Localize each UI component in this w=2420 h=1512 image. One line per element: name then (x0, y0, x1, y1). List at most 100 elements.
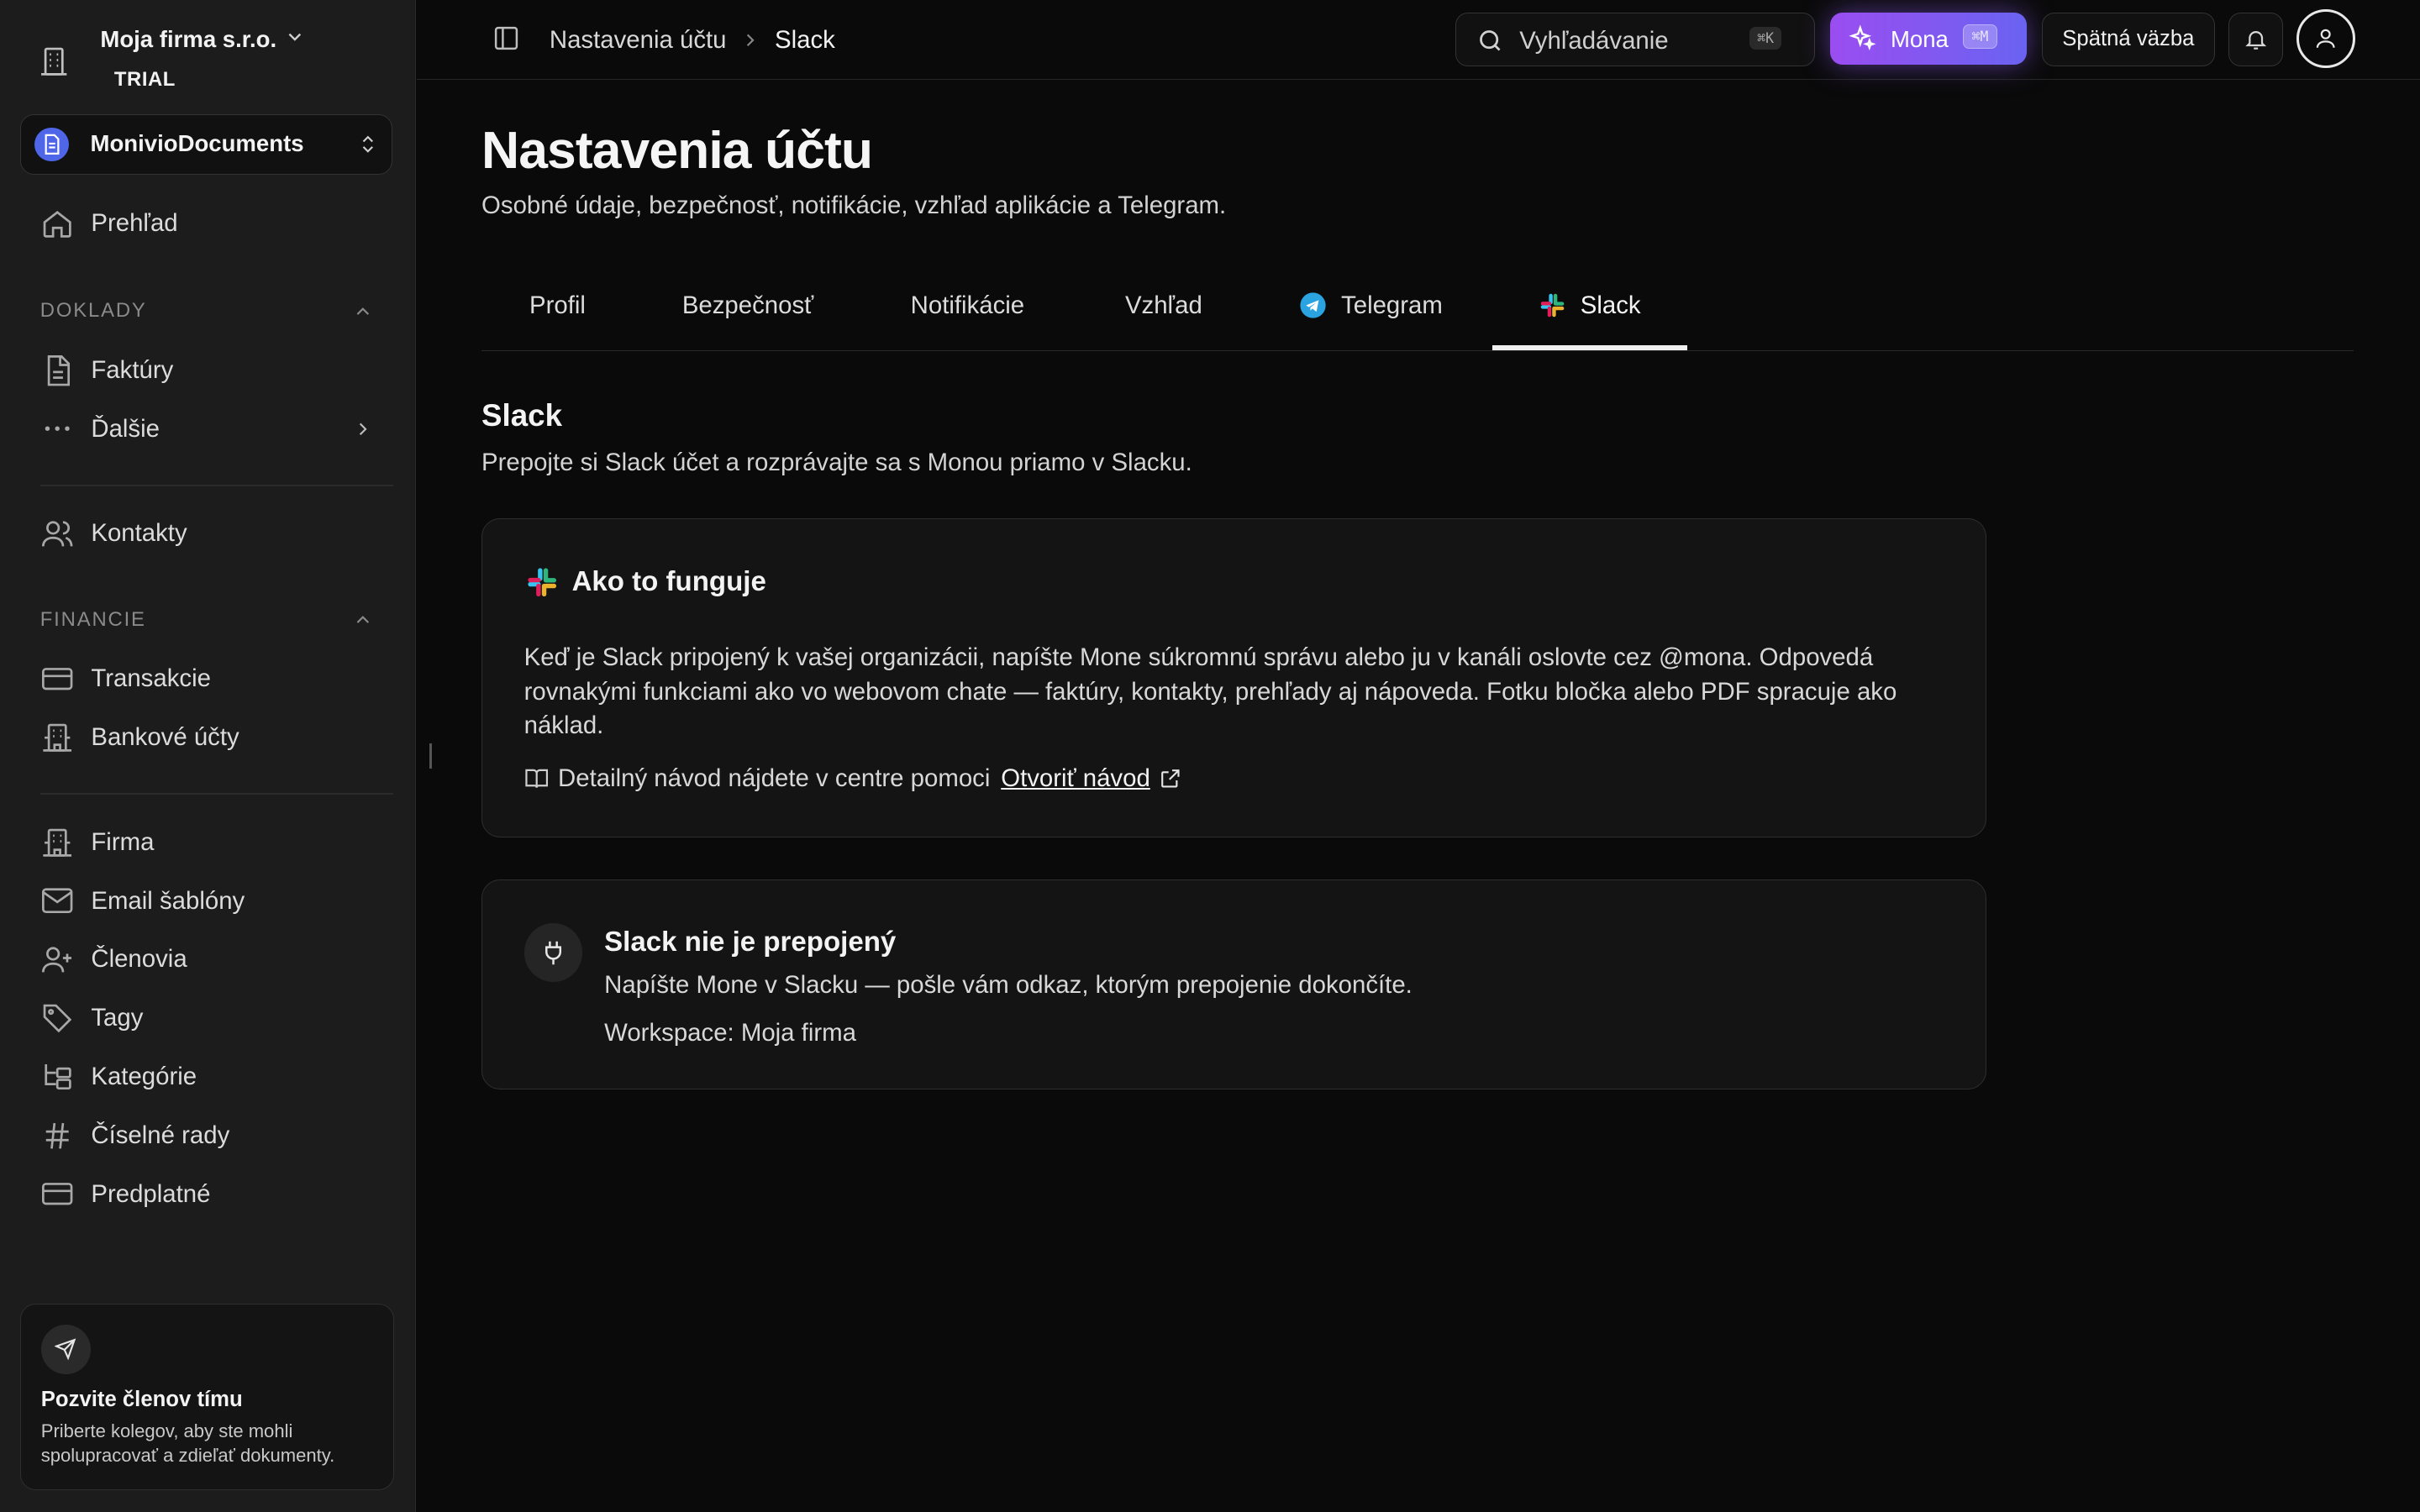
sidebar-item-invoices[interactable]: Faktúry (40, 350, 174, 391)
sidebar-divider (39, 793, 394, 795)
page-subtitle: Osobné údaje, bezpečnosť, notifikácie, v… (481, 191, 1227, 219)
telegram-icon (1299, 291, 1327, 319)
user-icon (2313, 26, 2338, 50)
tab-profile[interactable]: Profil (529, 262, 586, 349)
org-name: Moja firma s.r.o. (100, 26, 277, 53)
sidebar-item-subscription[interactable]: Predplatné (40, 1174, 211, 1215)
sidebar-item-company[interactable]: Firma (40, 822, 155, 863)
workspace-switcher[interactable]: MonivioDocuments (19, 113, 392, 175)
connection-status-card: Slack nie je prepojený Napíšte Mone v Sl… (481, 879, 1986, 1089)
send-icon (40, 1324, 91, 1374)
sidebar-divider (39, 484, 394, 486)
ellipsis-icon (40, 412, 74, 445)
sidebar-item-label: Faktúry (91, 355, 174, 384)
chevron-down-icon (284, 26, 306, 48)
page-title: Nastavenia účtu (481, 121, 873, 181)
mail-icon (40, 884, 74, 917)
sidebar-resize-handle[interactable] (429, 743, 433, 769)
sidebar-item-label: Tagy (91, 1004, 144, 1032)
how-it-works-card: Ako to funguje Keď je Slack pripojený k … (481, 518, 1986, 838)
org-switcher[interactable]: Moja firma s.r.o. TRIAL (37, 18, 392, 96)
mona-label: Mona (1890, 26, 1949, 53)
slack-section-subtitle: Prepojte si Slack účet a rozprávajte sa … (481, 449, 1192, 477)
book-open-icon (524, 766, 549, 790)
sidebar-item-label: Transakcie (91, 664, 211, 693)
mona-button[interactable]: Mona ⌘M (1830, 12, 2027, 66)
status-title: Slack nie je prepojený (604, 927, 897, 958)
sidebar-item-categories[interactable]: Kategórie (40, 1057, 197, 1097)
tab-notifications[interactable]: Notifikácie (911, 262, 1025, 349)
breadcrumb-parent[interactable]: Nastavenia účtu (550, 26, 727, 55)
status-description: Napíšte Mone v Slacku — pošle vám odkaz,… (604, 971, 1413, 1000)
open-guide-link[interactable]: Otvoriť návod (1001, 764, 1150, 793)
sidebar-item-label: Členovia (91, 945, 187, 974)
sidebar-item-more[interactable]: Ďalšie (40, 409, 374, 449)
section-label-finance: FINANCIE (39, 607, 146, 631)
invite-members-card[interactable]: Pozvite členov tímu Priberte kolegov, ab… (19, 1304, 394, 1491)
document-icon (34, 127, 69, 161)
feedback-button[interactable]: Spätná väzba (2041, 12, 2215, 67)
sidebar-item-transactions[interactable]: Transakcie (40, 659, 211, 699)
sidebar-toggle-icon[interactable] (492, 24, 523, 55)
invite-description: Priberte kolegov, aby ste mohli spolupra… (40, 1420, 335, 1467)
sidebar-item-label: Firma (91, 827, 155, 856)
chevron-up-icon[interactable] (352, 609, 374, 631)
search-placeholder: Vyhľadávanie (1519, 27, 1669, 55)
search-input[interactable]: Vyhľadávanie ⌘K (1455, 12, 1816, 67)
slack-icon (1539, 291, 1566, 319)
search-shortcut: ⌘K (1749, 27, 1782, 50)
sidebar-item-label: Kategórie (91, 1063, 197, 1090)
chevron-up-icon[interactable] (352, 301, 374, 323)
breadcrumb-current: Slack (775, 26, 835, 55)
sidebar-item-label: Predplatné (91, 1179, 211, 1208)
help-text: Detailný návod nájdete v centre pomoci (558, 764, 991, 793)
plan-badge: TRIAL (113, 67, 176, 91)
chevrons-up-down-icon (357, 132, 379, 156)
sidebar-item-label: Kontakty (91, 519, 187, 548)
sidebar-item-number-series[interactable]: Číselné rady (40, 1116, 230, 1156)
tab-label: Slack (1580, 291, 1641, 319)
sidebar-item-email-templates[interactable]: Email šablóny (40, 881, 245, 921)
credit-card-icon (40, 662, 74, 696)
tab-telegram[interactable]: Telegram (1299, 262, 1443, 349)
tab-label: Bezpečnosť (681, 291, 814, 319)
card-header: Ako to funguje (525, 565, 766, 599)
sidebar-item-label: Číselné rady (91, 1121, 230, 1149)
sidebar-item-bank-accounts[interactable]: Bankové účty (40, 717, 239, 758)
notifications-button[interactable] (2228, 12, 2283, 67)
tab-appearance[interactable]: Vzhľad (1125, 262, 1202, 349)
tag-icon (40, 1001, 74, 1035)
sidebar-item-label: Bankové účty (91, 722, 239, 751)
home-icon (40, 207, 74, 240)
chevron-right-icon (352, 418, 374, 440)
settings-tabs: Profil Bezpečnosť Notifikácie Vzhľad Tel… (481, 262, 2354, 351)
slack-icon (525, 565, 559, 599)
sidebar-item-contacts[interactable]: Kontakty (40, 514, 187, 554)
workspace-name: MonivioDocuments (90, 130, 304, 157)
file-text-icon (40, 354, 74, 387)
slack-section-title: Slack (481, 397, 563, 433)
sidebar-item-overview[interactable]: Prehľad (40, 203, 178, 244)
search-icon (1476, 27, 1504, 55)
user-plus-icon (40, 942, 74, 976)
folder-tree-icon (40, 1060, 74, 1094)
chevron-right-icon (739, 29, 761, 51)
invite-title: Pozvite členov tímu (40, 1388, 243, 1412)
tab-security[interactable]: Bezpečnosť (682, 262, 813, 349)
sidebar-item-members[interactable]: Členovia (40, 940, 187, 980)
external-link-icon[interactable] (1160, 768, 1181, 790)
workspace-name: Workspace: Moja firma (604, 1019, 856, 1047)
tab-label: Profil (529, 291, 586, 319)
tab-slack[interactable]: Slack (1491, 262, 1687, 350)
sparkles-icon (1849, 24, 1876, 52)
tab-label: Telegram (1341, 291, 1443, 319)
credit-card-icon (40, 1177, 74, 1210)
card-title: Ako to funguje (571, 566, 766, 598)
users-icon (40, 517, 74, 550)
tab-label: Notifikácie (910, 291, 1025, 319)
sidebar-item-tags[interactable]: Tagy (40, 998, 144, 1038)
sidebar-item-label: Email šablóny (91, 886, 245, 915)
building-icon (37, 45, 77, 78)
sidebar: Moja firma s.r.o. TRIAL MonivioDocuments… (0, 0, 417, 1512)
user-avatar[interactable] (2296, 9, 2356, 69)
